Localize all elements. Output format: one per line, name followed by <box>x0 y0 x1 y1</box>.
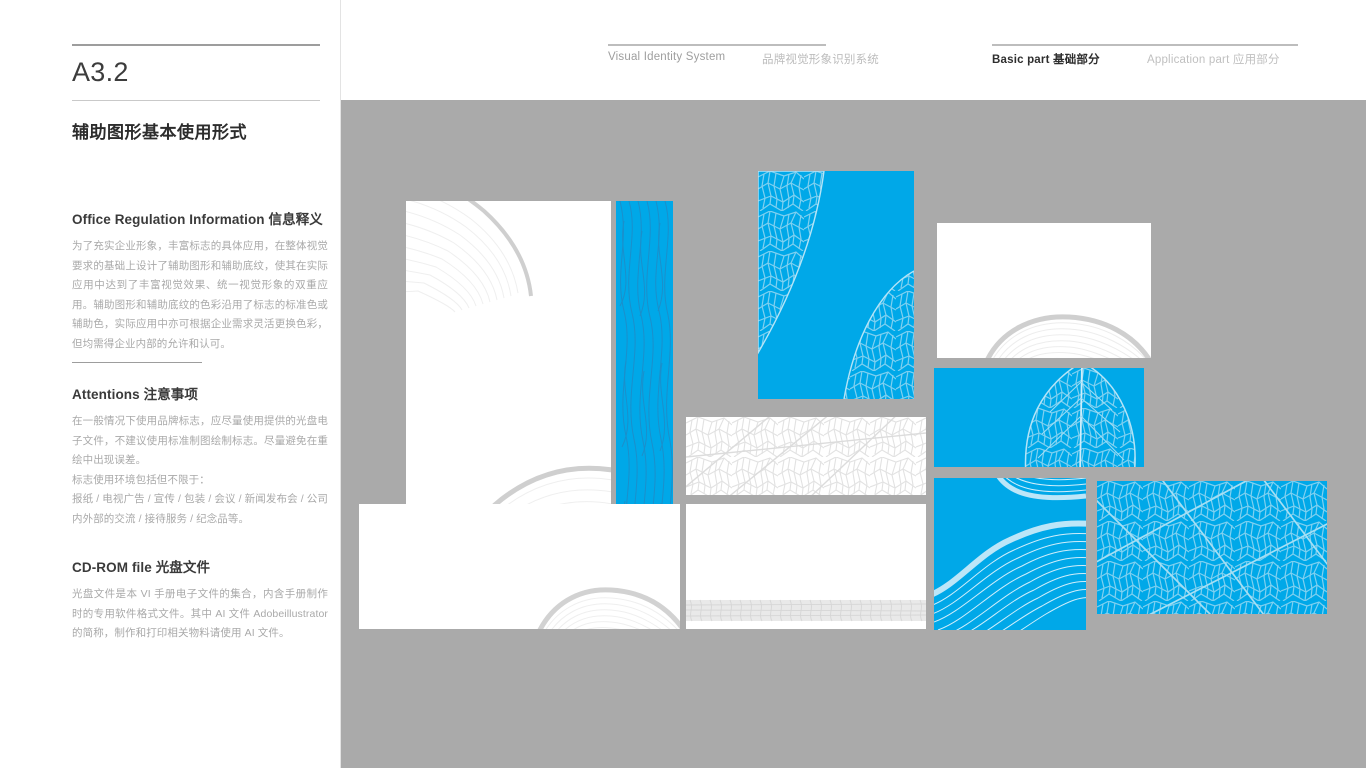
panel-bottom-left-rings[interactable] <box>359 504 680 629</box>
nav-application-part[interactable]: Application part 应用部分 <box>1147 51 1280 67</box>
wave-rings-pattern <box>934 478 1086 630</box>
panel-wide-leaf-blue[interactable] <box>934 368 1144 467</box>
nav-application-part-cn: 应用部分 <box>1232 54 1280 66</box>
leaf-vein-full-pattern <box>686 417 926 495</box>
vi-manual-page: A3.2 辅助图形基本使用形式 Office Regulation Inform… <box>0 0 1366 768</box>
nav-application-part-en: Application part <box>1147 54 1230 66</box>
page-title: 辅助图形基本使用形式 <box>72 123 247 142</box>
panel-bottom-mid-band[interactable] <box>686 504 926 629</box>
left-text-column: A3.2 辅助图形基本使用形式 Office Regulation Inform… <box>0 0 341 768</box>
leaf-single-pattern <box>934 368 1144 467</box>
block-heading: Attentions 注意事项 <box>72 387 198 402</box>
block-office-regulation: Office Regulation Information 信息释义 为了充实企… <box>72 208 328 354</box>
top-rule <box>72 44 320 46</box>
graphics-canvas <box>341 100 1366 768</box>
panel-portrait-leaf-blue[interactable] <box>758 171 914 399</box>
leaf-vein-corner-pattern <box>758 171 914 399</box>
page-code: A3.2 <box>72 57 129 87</box>
panel-wide-leaf-white[interactable] <box>686 417 926 495</box>
block-body: 为了充实企业形象，丰富标志的具体应用，在整体视觉要求的基础上设计了辅助图形和辅助… <box>72 240 328 350</box>
block-cdrom-file: CD-ROM file 光盘文件 光盘文件是本 VI 手册电子文件的集合，内含手… <box>72 556 328 644</box>
nav-basic-part-cn: 基础部分 <box>1053 54 1100 66</box>
section-separator-rule <box>72 362 202 363</box>
panel-square-waves-blue[interactable] <box>934 478 1086 630</box>
code-underline-rule <box>72 100 320 101</box>
leaf-vein-full-blue-pattern <box>1097 481 1327 614</box>
block-attentions: Attentions 注意事项 在一般情况下使用品牌标志，应尽量使用提供的光盘电… <box>72 383 328 529</box>
tree-rings-corner-pattern <box>359 504 680 629</box>
tree-rings-bottom-pattern <box>937 223 1151 358</box>
header-system-en: Visual Identity System <box>608 51 726 63</box>
block-heading: Office Regulation Information 信息释义 <box>72 212 323 227</box>
panel-wide-leaf-blue-2[interactable] <box>1097 481 1327 614</box>
nav-basic-part[interactable]: Basic part 基础部分 <box>992 51 1100 67</box>
block-body: 在一般情况下使用品牌标志，应尽量使用提供的光盘电子文件，不建议使用标准制图绘制标… <box>72 415 328 525</box>
block-body: 光盘文件是本 VI 手册电子文件的集合，内含手册制作时的专用软件格式文件。其中 … <box>72 588 328 639</box>
band-texture-pattern <box>686 504 926 629</box>
panel-wide-rings-white[interactable] <box>937 223 1151 358</box>
nav-basic-part-en: Basic part <box>992 54 1050 66</box>
block-heading: CD-ROM file 光盘文件 <box>72 560 211 575</box>
header-system-cn: 品牌视觉形象识别系统 <box>762 54 879 66</box>
header-rule-right <box>992 44 1298 46</box>
header-rule-left <box>608 44 826 46</box>
